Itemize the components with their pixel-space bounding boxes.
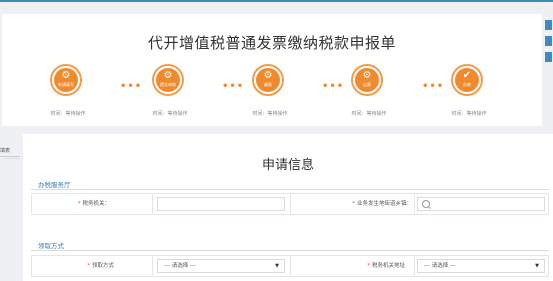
step-caption: 办结 <box>463 82 471 87</box>
side-tab[interactable] <box>545 20 552 30</box>
step-time: 时间：等待操作 <box>152 111 188 117</box>
left-tab-divider <box>0 156 20 157</box>
section-title: 申请信息 <box>261 158 314 173</box>
pickup-method-select[interactable]: --- 请选择 --- ▼ <box>157 259 285 273</box>
application-form: 申请信息 办税服务厅 * 税务机关： * 业务发生地街道乡镇： 领取方式 * 领取方式… <box>23 134 553 281</box>
top-accent-line <box>0 0 553 2</box>
step-time: 时间：等待操作 <box>451 111 487 117</box>
tax-office-address-select[interactable]: --- 请选择 --- ▼ <box>417 259 545 273</box>
gear-icon: ⚙ <box>263 70 273 81</box>
service-hall-row: * 税务机关： * 业务发生地街道乡镇： <box>31 193 549 215</box>
cell-divider <box>152 256 153 276</box>
street-search-input[interactable] <box>417 197 545 211</box>
pickup-row: * 领取方式 --- 请选择 --- ▼ * 税务机关地址 --- 请选择 --- … <box>31 255 549 277</box>
cell-divider <box>414 256 415 276</box>
step-time: 时间：等待操作 <box>351 111 387 117</box>
step-caption: 申请填写 <box>58 82 74 87</box>
group-service-hall-label: 办税服务厅 <box>38 181 71 189</box>
step-icon: ⚙ 缴款 <box>252 64 284 96</box>
tax-authority-label: * 税务机关： <box>77 201 110 207</box>
left-tab-divider <box>4 158 20 159</box>
step-time: 时间：等待操作 <box>50 111 86 117</box>
select-value: --- 请选择 --- <box>424 263 456 269</box>
progress-steps: ⚙ 申请填写 时间：等待操作 ••• ⚙ 提交审核 时间：等待操作 ••• ⚙ … <box>2 58 542 138</box>
street-label: * 业务发生地街道乡镇： <box>352 201 412 207</box>
group-pickup-label: 领取方式 <box>38 242 64 250</box>
group-divider <box>31 189 549 190</box>
cell-divider <box>414 194 415 214</box>
step-time: 时间：等待操作 <box>252 111 288 117</box>
step-connector: ••• <box>322 81 345 92</box>
check-icon: ✔ <box>462 70 472 81</box>
step-icon: ⚙ 出票 <box>351 64 383 96</box>
side-tab[interactable] <box>545 36 552 46</box>
step-caption: 提交审核 <box>160 82 176 87</box>
tax-authority-field[interactable] <box>157 197 285 211</box>
gear-icon: ⚙ <box>362 70 372 81</box>
tax-office-address-label: * 税务机关地址 <box>367 263 405 269</box>
step-caption: 缴款 <box>264 82 272 87</box>
header-card: 代开增值税普通发票缴纳税款申报单 ⚙ 申请填写 时间：等待操作 ••• ⚙ 提交… <box>2 14 542 126</box>
caret-down-icon: ▼ <box>275 263 279 269</box>
step-connector: ••• <box>222 81 245 92</box>
side-tab[interactable] <box>545 52 552 62</box>
search-icon <box>422 200 430 208</box>
gear-icon: ⚙ <box>163 70 173 81</box>
side-shortcuts <box>545 20 553 68</box>
caret-down-icon: ▼ <box>535 263 539 269</box>
page-title: 代开增值税普通发票缴纳税款申报单 <box>147 34 396 52</box>
step-connector: ••• <box>120 81 143 92</box>
left-tab-label[interactable]: 填表 <box>0 147 10 154</box>
step-icon: ⚙ 提交审核 <box>152 64 184 96</box>
group-divider <box>31 250 549 251</box>
step-connector: ••• <box>422 81 445 92</box>
cell-divider <box>152 194 153 214</box>
gear-icon: ⚙ <box>61 70 71 81</box>
step-caption: 出票 <box>363 82 371 87</box>
step-icon: ⚙ 申请填写 <box>50 64 82 96</box>
step-icon: ✔ 办结 <box>451 64 483 96</box>
pickup-method-label: * 领取方式 <box>87 263 114 269</box>
select-value: --- 请选择 --- <box>164 263 196 269</box>
